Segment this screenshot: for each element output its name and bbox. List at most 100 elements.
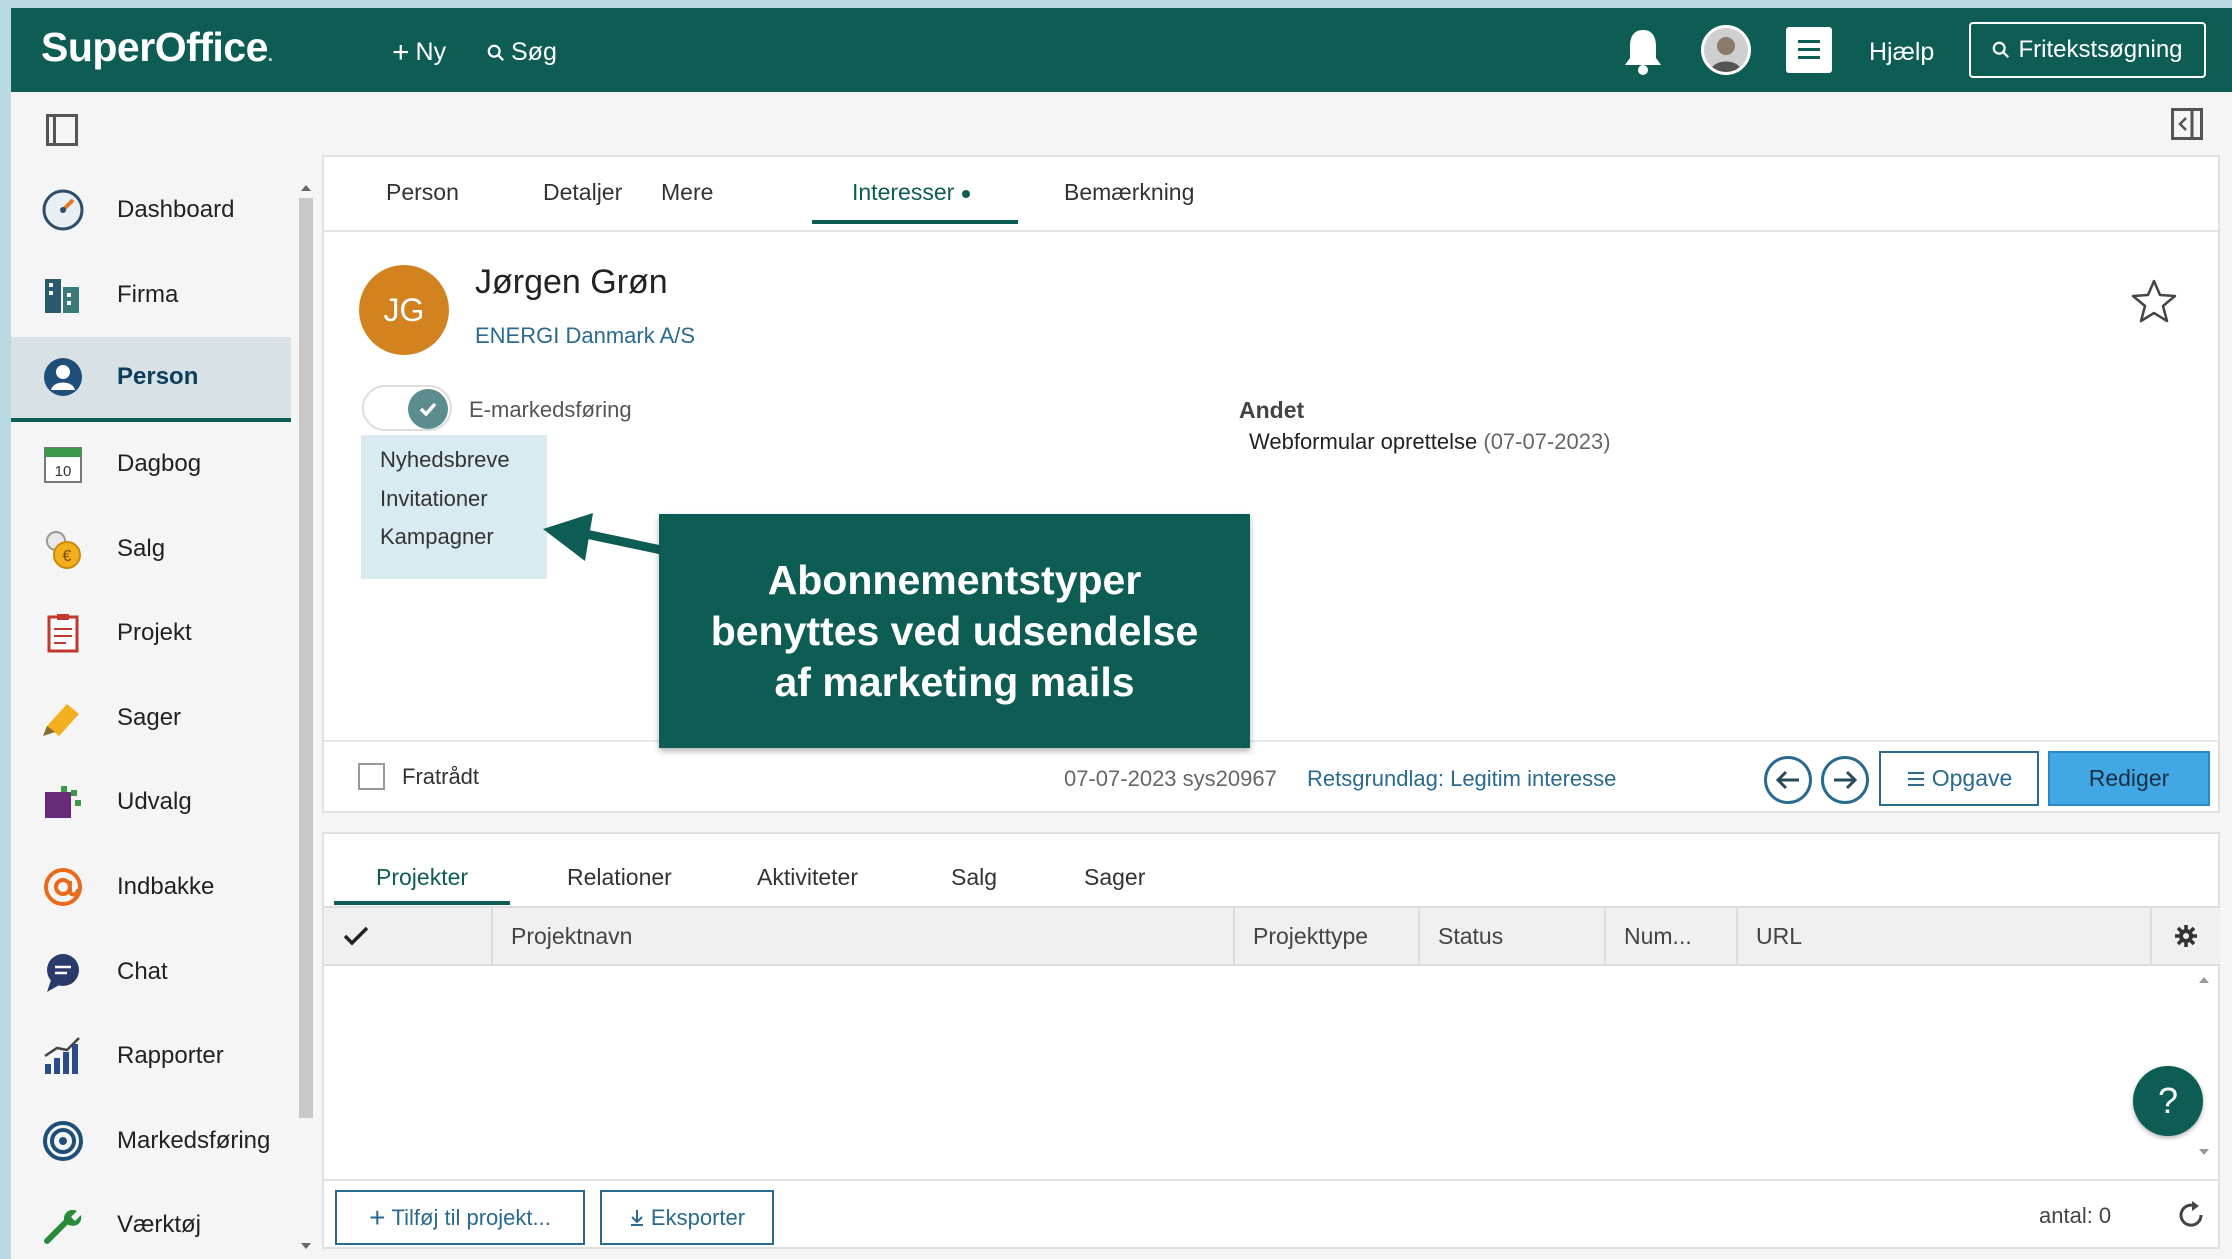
sidebar-item-udvalg[interactable]: Udvalg: [11, 760, 291, 845]
scroll-down-icon[interactable]: [296, 1238, 316, 1254]
person-tabs: Person Detaljer Mere Interesser Bemærkni…: [324, 157, 2218, 232]
sidebar: Dashboard Firma Person 10 Dagbog € Salg …: [11, 92, 313, 1259]
plus-icon: +: [392, 35, 410, 69]
sidebar-item-rapporter[interactable]: Rapporter: [11, 1014, 291, 1099]
sidebar-item-sager[interactable]: Sager: [11, 676, 291, 761]
andet-heading: Andet: [1239, 397, 1305, 423]
list-icon: [1907, 771, 1924, 786]
next-icon[interactable]: [1821, 756, 1869, 804]
top-bar: SuperOffice. + Ny Søg Hjælp Fritekstsøgn…: [11, 8, 2232, 92]
subscription-item: Kampagner: [380, 524, 494, 549]
grid-scrollbar[interactable]: [2188, 966, 2220, 1166]
star-icon[interactable]: [2129, 277, 2179, 327]
person-card: Person Detaljer Mere Interesser Bemærkni…: [322, 155, 2220, 813]
select-all-checkmark[interactable]: [324, 908, 491, 964]
export-button[interactable]: Eksporter: [600, 1190, 774, 1245]
sidebar-nav: Dashboard Firma Person 10 Dagbog € Salg …: [11, 168, 291, 1259]
emarketing-label: E-markedsføring: [469, 397, 632, 422]
tab-projekter[interactable]: Projekter: [334, 864, 511, 905]
scroll-down-icon[interactable]: [2194, 1142, 2214, 1162]
previous-icon[interactable]: [1764, 756, 1812, 804]
row-count: antal: 0: [2039, 1203, 2112, 1228]
column-header[interactable]: Status: [1418, 908, 1604, 964]
search-button[interactable]: Søg: [487, 38, 557, 67]
new-button[interactable]: + Ny: [392, 35, 446, 69]
sidebar-scrollbar[interactable]: [296, 180, 316, 1259]
company-icon: [41, 273, 85, 317]
callout-arrow-icon: [543, 513, 667, 561]
app-window: SuperOffice. + Ny Søg Hjælp Fritekstsøgn…: [11, 8, 2232, 1259]
sidebar-scroll-thumb[interactable]: [299, 198, 313, 1118]
tab-aktiviteter[interactable]: Aktiviteter: [757, 864, 858, 901]
project-card: Projekter Relationer Aktiviteter Salg Sa…: [322, 832, 2220, 1249]
help-fab-button[interactable]: ?: [2133, 1066, 2203, 1136]
person-avatar: JG: [359, 265, 449, 355]
column-header[interactable]: URL: [1736, 908, 2138, 964]
project-tabs: Projekter Relationer Aktiviteter Salg Sa…: [324, 834, 2218, 906]
sidebar-item-markedsforing[interactable]: Markedsføring: [11, 1099, 291, 1184]
tab-relationer[interactable]: Relationer: [567, 864, 672, 901]
dashboard-icon: [41, 188, 85, 232]
chat-icon: [41, 950, 85, 994]
subscription-item: Invitationer: [380, 485, 488, 511]
column-header[interactable]: Projektnavn: [491, 908, 1233, 964]
task-button[interactable]: Opgave: [1879, 751, 2039, 806]
legal-basis-link[interactable]: Retsgrundlag: Legitim interesse: [1307, 766, 1616, 792]
help-link[interactable]: Hjælp: [1869, 38, 1934, 67]
sidebar-item-firma[interactable]: Firma: [11, 253, 291, 338]
tab-sager[interactable]: Sager: [1084, 864, 1145, 901]
column-header[interactable]: Projekttype: [1233, 908, 1418, 964]
app-logo[interactable]: SuperOffice.: [41, 24, 273, 71]
person-name: Jørgen Grøn: [475, 263, 668, 301]
sidebar-item-person[interactable]: Person: [11, 337, 291, 422]
reports-icon: [41, 1034, 85, 1078]
search-icon: [1993, 41, 2010, 58]
tab-interesser[interactable]: Interesser: [812, 179, 1018, 224]
column-header[interactable]: Num...: [1604, 908, 1736, 964]
retired-checkbox[interactable]: [358, 763, 385, 790]
user-avatar[interactable]: [1701, 25, 1751, 75]
tab-person[interactable]: Person: [386, 179, 459, 220]
collapse-panel-icon[interactable]: [2171, 108, 2203, 140]
sidebar-toggle-icon[interactable]: [46, 114, 78, 146]
checkmark-icon: [343, 926, 369, 946]
project-icon: [41, 611, 85, 655]
sidebar-item-indbakke[interactable]: Indbakke: [11, 845, 291, 930]
tools-icon: [41, 1203, 85, 1247]
calendar-icon: 10: [41, 442, 85, 486]
sidebar-item-dashboard[interactable]: Dashboard: [11, 168, 291, 253]
fulltext-search-button[interactable]: Fritekstsøgning: [1969, 22, 2206, 78]
scroll-up-icon[interactable]: [296, 180, 316, 196]
sidebar-item-chat[interactable]: Chat: [11, 929, 291, 1014]
emarketing-toggle[interactable]: [362, 385, 452, 431]
selection-icon: [41, 780, 85, 824]
sale-icon: €: [41, 527, 85, 571]
svg-text:10: 10: [55, 463, 72, 480]
project-grid-header: Projektnavn Projekttype Status Num... UR…: [324, 906, 2220, 966]
bell-icon[interactable]: [1621, 26, 1665, 76]
edit-button[interactable]: Rediger: [2048, 751, 2210, 806]
ticket-icon: [41, 696, 85, 740]
inbox-icon: [41, 865, 85, 909]
check-icon: [408, 389, 448, 429]
sidebar-item-vaerktoj[interactable]: Værktøj: [11, 1183, 291, 1259]
gear-icon[interactable]: [2150, 908, 2220, 964]
retired-label: Fratrådt: [402, 764, 480, 789]
sidebar-item-dagbog[interactable]: 10 Dagbog: [11, 422, 291, 507]
menu-icon[interactable]: [1786, 27, 1832, 73]
user-photo-icon: [1704, 28, 1748, 72]
tab-salg[interactable]: Salg: [951, 864, 997, 901]
sidebar-item-salg[interactable]: € Salg: [11, 506, 291, 591]
plus-icon: +: [369, 1201, 386, 1233]
tab-detaljer[interactable]: Detaljer: [543, 179, 622, 220]
updated-meta: 07-07-2023 sys20967: [1064, 766, 1277, 791]
refresh-icon[interactable]: [2175, 1199, 2207, 1231]
tab-mere[interactable]: Mere: [661, 179, 713, 220]
tab-bemaerkning[interactable]: Bemærkning: [1064, 179, 1194, 220]
download-icon: [630, 1209, 643, 1226]
scroll-up-icon[interactable]: [2194, 970, 2214, 990]
sidebar-item-projekt[interactable]: Projekt: [11, 591, 291, 676]
add-to-project-button[interactable]: + Tilføj til projekt...: [335, 1190, 585, 1245]
company-link[interactable]: ENERGI Danmark A/S: [475, 323, 695, 349]
tab-indicator-dot: [962, 189, 971, 198]
